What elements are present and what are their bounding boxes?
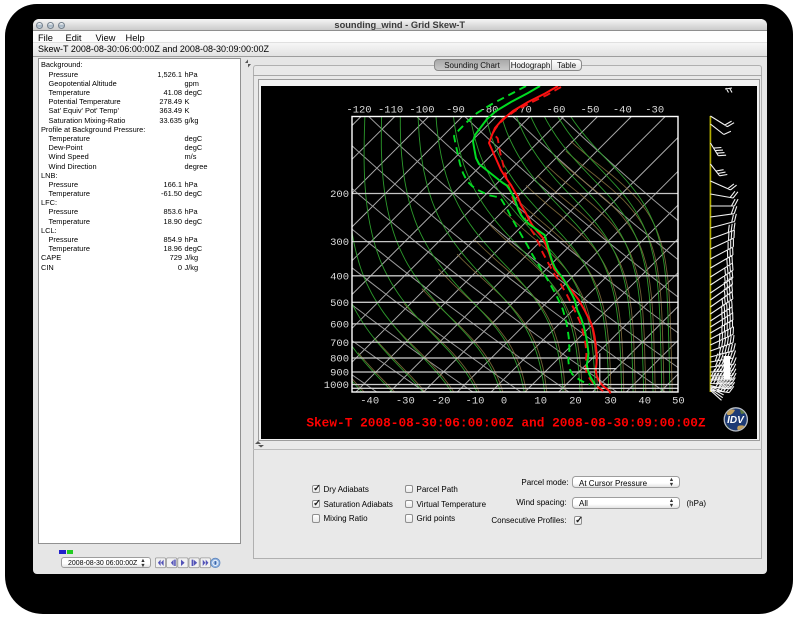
- svg-text:-110: -110: [378, 105, 403, 117]
- svg-text:600: 600: [330, 320, 349, 332]
- svg-text:400: 400: [330, 271, 349, 283]
- svg-text:Skew-T 2008-08-30:06:00:00Z an: Skew-T 2008-08-30:06:00:00Z and 2008-08-…: [306, 416, 706, 431]
- svg-text:200: 200: [330, 189, 349, 201]
- svg-text:-50: -50: [581, 105, 600, 117]
- svg-text:20: 20: [569, 396, 582, 408]
- svg-text:700: 700: [330, 338, 349, 350]
- svg-text:-60: -60: [547, 105, 566, 117]
- svg-text:-30: -30: [396, 396, 415, 408]
- svg-text:500: 500: [330, 298, 349, 310]
- svg-text:-40: -40: [613, 105, 632, 117]
- svg-text:300: 300: [330, 237, 349, 249]
- svg-text:-20: -20: [432, 396, 451, 408]
- svg-text:1000: 1000: [324, 380, 349, 392]
- svg-text:-30: -30: [645, 105, 664, 117]
- svg-text:-100: -100: [409, 105, 434, 117]
- svg-text:800: 800: [330, 354, 349, 366]
- svg-text:-40: -40: [360, 396, 379, 408]
- svg-text:10: 10: [534, 396, 547, 408]
- svg-text:40: 40: [638, 396, 651, 408]
- svg-text:-90: -90: [446, 105, 465, 117]
- svg-text:IDV: IDV: [727, 415, 745, 426]
- svg-text:50: 50: [672, 396, 685, 408]
- svg-text:-120: -120: [346, 105, 371, 117]
- svg-text:900: 900: [330, 368, 349, 380]
- svg-text:-10: -10: [466, 396, 485, 408]
- svg-text:0: 0: [501, 396, 507, 408]
- svg-text:30: 30: [604, 396, 617, 408]
